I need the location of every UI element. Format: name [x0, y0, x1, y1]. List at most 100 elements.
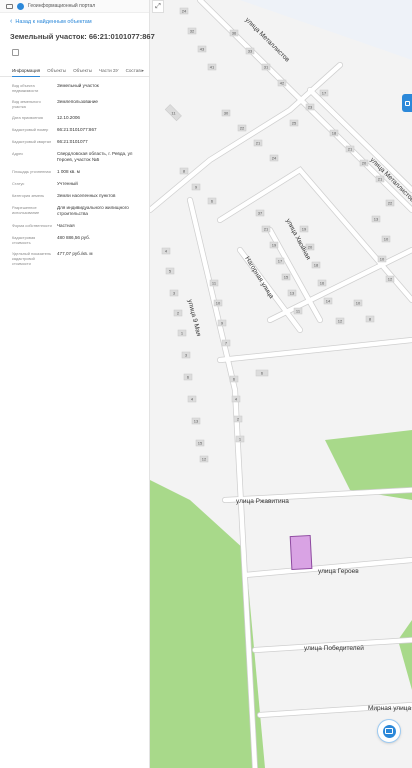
tab-info[interactable]: Информация — [12, 68, 41, 77]
back-link[interactable]: ‹ Назад к найденным объектам — [0, 13, 149, 25]
property-row: Форма собственности Частная — [12, 223, 143, 229]
property-key: Статус — [12, 181, 25, 186]
page-title: Земельный участок: 66:21:0101077:867 — [10, 32, 155, 41]
property-row: Дата присвоения 12.10.2006 — [12, 115, 143, 121]
house-number: 20 — [308, 245, 313, 250]
chat-icon — [382, 724, 396, 738]
house-number: 24 — [272, 156, 277, 161]
house-number: 32 — [190, 29, 195, 34]
property-value: Землепользование — [57, 99, 98, 104]
house-number: 41 — [210, 65, 215, 70]
house-number: 12 — [338, 319, 343, 324]
property-value: Свердловская область, г. Ревда, ул Герое… — [57, 151, 133, 162]
property-row: Кадастровая стоимость 480 886,56 руб. — [12, 235, 143, 245]
property-key: Форма собственности — [12, 223, 52, 228]
property-key: Категория земель — [12, 193, 45, 198]
property-value: 66:21:0101077 — [57, 139, 88, 144]
property-value: Частная — [57, 223, 75, 228]
expand-map-button[interactable]: ⤢ — [152, 0, 164, 13]
selected-parcel[interactable] — [289, 534, 313, 571]
property-key: Кадастровый номер — [12, 127, 49, 132]
layers-button[interactable] — [402, 94, 412, 112]
house-number: 21 — [264, 227, 269, 232]
property-row: Разрешенное использование Для индивидуаль… — [12, 205, 143, 217]
property-key: Кадастровый квартал — [12, 139, 52, 144]
property-key: Адрес — [12, 151, 24, 156]
property-value: 477,07 руб./кв. м — [57, 251, 93, 256]
house-number: 13 — [194, 419, 199, 424]
house-number: 43 — [200, 47, 205, 52]
house-number: 17 — [322, 91, 327, 96]
house-number: 14 — [326, 299, 331, 304]
street-label-rzhavitina: улица Ржавитина — [236, 498, 289, 505]
property-row: Кадастровый номер 66:21:0101077:867 — [12, 127, 143, 133]
house-number: 24 — [182, 9, 187, 14]
house-number: 31 — [264, 65, 269, 70]
house-number: 15 — [198, 441, 203, 446]
tab-objects[interactable]: Объекты — [47, 68, 66, 73]
chevron-left-icon: ‹ — [10, 18, 13, 25]
property-row: Удельный показатель кадастровой стоимост… — [12, 251, 143, 266]
house-number: 19 — [272, 243, 277, 248]
map-view[interactable]: 24 32 43 41 36 33 31 42 30 22 21 24 25 23 17 18 21 20 21 22… — [150, 0, 412, 768]
house-number: 19 — [302, 227, 307, 232]
tab-objects-2[interactable]: Объекты — [73, 68, 92, 73]
street-label-pobediteley: улица Победителей — [304, 644, 364, 652]
tab-parts[interactable]: Части ЗУ — [99, 68, 119, 73]
property-row: Вид объекта недвижимости Земельный участо… — [12, 83, 143, 93]
house-number: 13 — [374, 217, 379, 222]
mail-icon[interactable] — [6, 3, 13, 9]
property-row: Площадь уточненная 1 008 кв. м — [12, 169, 143, 175]
tab-composition[interactable]: Состав — [126, 68, 141, 73]
property-row: Адрес Свердловская область, г. Ревда, ул … — [12, 151, 143, 163]
house-number: 21 — [256, 141, 261, 146]
property-key: Разрешенное использование — [12, 205, 40, 215]
property-key: Удельный показатель кадастровой стоимост… — [12, 251, 52, 266]
house-number: 12 — [202, 457, 207, 462]
property-value: Земли населенных пунктов — [57, 193, 116, 198]
property-value: 66:21:0101077:867 — [57, 127, 97, 132]
house-number: 16 — [320, 281, 325, 286]
fullscreen-icon: ⤢ — [155, 2, 161, 10]
tab-bar: Информация Объекты Объекты Части ЗУ Сост… — [0, 68, 149, 77]
back-link-label: Назад к найденным объектам — [15, 19, 92, 25]
house-number: 18 — [332, 131, 337, 136]
house-number: 10 — [356, 301, 361, 306]
property-value: 1 008 кв. м — [57, 169, 80, 174]
property-key: Дата присвоения — [12, 115, 43, 120]
zoom-to-object-icon[interactable] — [12, 49, 19, 56]
info-panel: Геоинформационный портал ‹ Назад к найде… — [0, 0, 155, 768]
house-number: 15 — [284, 275, 289, 280]
house-number: 37 — [258, 211, 263, 216]
property-value: Земельный участок — [57, 83, 99, 88]
portal-title: Геоинформационный портал — [28, 3, 96, 9]
property-row: Категория земель Земли населенных пунктов — [12, 193, 143, 199]
house-number: 21 — [378, 177, 383, 182]
house-number: 17 — [278, 259, 283, 264]
toolbar — [0, 41, 149, 56]
house-number: 21 — [348, 147, 353, 152]
portal-logo-icon — [17, 2, 24, 10]
house-number: 36 — [232, 31, 237, 36]
property-row: Кадастровый квартал 66:21:0101077 — [12, 139, 143, 145]
property-key: Площадь уточненная — [12, 169, 51, 174]
house-number: 10 — [216, 301, 221, 306]
chat-button[interactable] — [378, 720, 400, 742]
house-number: 23 — [308, 105, 313, 110]
property-value: Для индивидуального жилищного строительс… — [57, 205, 129, 216]
house-number: 18 — [314, 263, 319, 268]
app-header: Геоинформационный портал — [0, 0, 149, 13]
property-value: Учтенный — [57, 181, 78, 186]
property-key: Кадастровая стоимость — [12, 235, 36, 245]
property-key: Вид объекта недвижимости — [12, 83, 39, 93]
house-number: 12 — [388, 277, 393, 282]
property-row: Вид земельного участка Землепользование — [12, 99, 143, 109]
property-key: Вид земельного участка — [12, 99, 41, 109]
tabs-scroll-icon[interactable]: ▸ — [141, 68, 144, 74]
property-row: Статус Учтенный — [12, 181, 143, 187]
house-number: 20 — [362, 161, 367, 166]
map-canvas[interactable]: 24 32 43 41 36 33 31 42 30 22 21 24 25 23 17 18 21 20 21 22… — [150, 0, 412, 768]
house-number: 10 — [384, 237, 389, 242]
house-number: 10 — [380, 257, 385, 262]
house-number: 42 — [280, 81, 285, 86]
